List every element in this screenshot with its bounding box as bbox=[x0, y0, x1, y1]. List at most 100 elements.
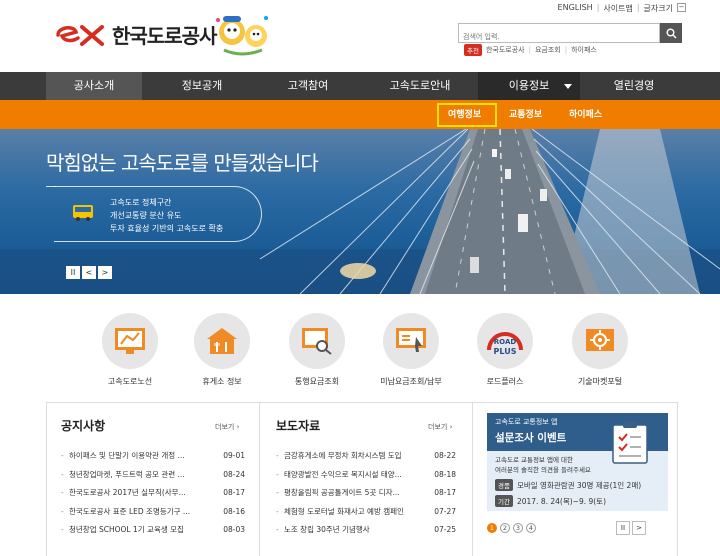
subnav-traffic-info[interactable]: 교통정보 bbox=[509, 107, 542, 120]
rest-area-icon bbox=[194, 313, 250, 369]
item-date: 07-25 bbox=[434, 525, 456, 534]
press-board: 보도자료 더보기 › 금강휴게소에 무정차 회차시스템 도입 08-22 태양광발… bbox=[260, 403, 472, 556]
nav-open-management[interactable]: 열린경영 bbox=[584, 72, 684, 100]
quick-menu-label: 기술마켓포털 bbox=[577, 377, 623, 386]
quick-menu-label: 미납요금조회/납부 bbox=[380, 377, 442, 386]
press-more-label: 더보기 bbox=[428, 423, 448, 431]
search-icon bbox=[666, 28, 676, 38]
pause-button[interactable]: II bbox=[66, 266, 80, 279]
recommended-badge: 추천 bbox=[464, 44, 482, 56]
separator: | bbox=[528, 46, 531, 54]
subnav-hipass[interactable]: 하이패스 bbox=[569, 107, 602, 120]
next-button[interactable]: > bbox=[98, 266, 112, 279]
press-more-link[interactable]: 더보기 › bbox=[428, 422, 452, 432]
ex-logo-icon bbox=[56, 24, 104, 46]
item-date: 08-16 bbox=[223, 506, 245, 516]
list-item[interactable]: 체험형 도로터널 화재사고 예방 캠페인 07-27 bbox=[276, 503, 456, 522]
quick-menu-road-plus[interactable]: ROAD PLUS 로드플러스 bbox=[473, 313, 537, 387]
quick-menu-label: 휴게소 정보 bbox=[202, 377, 242, 386]
hero-title: 막힘없는 고속도로를 만들겠습니다 bbox=[46, 151, 319, 175]
period-text: 2017. 8. 24(목)~9. 9(토) bbox=[516, 496, 607, 506]
notice-more-label: 더보기 bbox=[215, 423, 235, 431]
font-size-label: 글자크기 bbox=[643, 4, 673, 13]
list-item[interactable]: 태양광발전 수익으로 복지시설 태양... 08-18 bbox=[276, 466, 456, 485]
quick-link-hipass[interactable]: 하이패스 bbox=[571, 45, 597, 55]
item-date: 08-17 bbox=[223, 488, 245, 497]
quick-menu-rest-area[interactable]: 휴게소 정보 bbox=[190, 313, 254, 387]
event-title: 설문조사 이벤트 bbox=[495, 432, 567, 444]
list-item[interactable]: 노조 창립 30주년 기념행사 07-25 bbox=[276, 521, 456, 540]
prev-button[interactable]: < bbox=[82, 266, 96, 279]
item-title: 한국도로공사 2017년 실무직(사무... bbox=[69, 488, 186, 497]
event-period: 기간 2017. 8. 24(목)~9. 9(토) bbox=[495, 495, 606, 507]
nav-expressway-guide[interactable]: 고속도로안내 bbox=[368, 72, 472, 100]
hero-line: 개선교통량 분산 유도 bbox=[110, 211, 182, 220]
notice-list: 하이패스 및 단말기 이용약관 개정 ... 09-01 청년창업마켓, 푸드트럭… bbox=[61, 447, 245, 540]
hero-slider-controls: II < > bbox=[66, 266, 112, 279]
event-pause-button[interactable]: II bbox=[616, 521, 630, 535]
press-list: 금강휴게소에 무정차 회차시스템 도입 08-22 태양광발전 수익으로 복지시설… bbox=[276, 447, 456, 540]
list-item[interactable]: 평창올림픽 공공톨게이트 5곳 디자... 08-17 bbox=[276, 484, 456, 503]
tech-market-icon bbox=[572, 313, 628, 369]
svg-text:ROAD: ROAD bbox=[494, 338, 517, 346]
event-next-button[interactable]: > bbox=[632, 521, 646, 535]
page-dot[interactable]: 1 bbox=[487, 523, 497, 533]
item-title: 태양광발전 수익으로 복지시설 태양... bbox=[284, 469, 402, 479]
item-date: 07-27 bbox=[434, 506, 456, 516]
divider bbox=[472, 403, 473, 556]
event-banner[interactable]: 고속도로 교통정보 앱 설문조사 이벤트 고속도로 교통정보 앱에 대한 여러분… bbox=[487, 413, 668, 511]
hero-description: 고속도로 정체구간 개선교통량 분산 유도 투자 효율성 기반의 고속도로 확충 bbox=[110, 196, 223, 235]
site-logo[interactable]: 한국도로공사 bbox=[52, 20, 217, 49]
event-description: 고속도로 교통정보 앱에 대한 여러분의 솔직한 의견을 들려주세요 bbox=[495, 455, 591, 475]
item-title: 금강휴게소에 무정차 회차시스템 도입 bbox=[284, 451, 402, 460]
nav-customer-participation[interactable]: 고객참여 bbox=[258, 72, 358, 100]
quick-menu-route[interactable]: 고속도로노선 bbox=[98, 313, 162, 387]
main-navigation: 공사소개 정보공개 고객참여 고속도로안내 이용정보 열린경영 bbox=[0, 72, 720, 100]
item-title: 노조 창립 30주년 기념행사 bbox=[284, 525, 370, 534]
nav-usage-info[interactable]: 이용정보 bbox=[478, 72, 580, 100]
item-date: 08-22 bbox=[434, 451, 456, 460]
nav-information-disclosure[interactable]: 정보공개 bbox=[152, 72, 252, 100]
hero-banner: 막힘없는 고속도로를 만들겠습니다 고속도로 정체구간 개선교통량 분산 유도 … bbox=[0, 129, 720, 294]
list-item[interactable]: 한국도로공사 2017년 실무직(사무... 08-17 bbox=[61, 484, 245, 503]
quick-menu-label: 로드플러스 bbox=[486, 377, 524, 386]
item-date: 08-18 bbox=[434, 469, 456, 479]
dropdown-arrow-icon bbox=[564, 84, 572, 89]
recommended-links: 추천 한국도로공사 | 요금조회 | 하이패스 bbox=[464, 44, 597, 56]
toll-search-icon bbox=[289, 313, 345, 369]
hero-line: 고속도로 정체구간 bbox=[110, 198, 172, 207]
mascot-icon bbox=[216, 16, 268, 56]
quick-link-kec[interactable]: 한국도로공사 bbox=[486, 45, 525, 55]
notice-more-link[interactable]: 더보기 › bbox=[215, 422, 239, 432]
separator: | bbox=[636, 3, 640, 12]
item-title: 평창올림픽 공공톨게이트 5곳 디자... bbox=[284, 488, 400, 497]
selected-highlight-box bbox=[437, 103, 497, 127]
search-button[interactable] bbox=[660, 23, 682, 43]
quick-link-toll[interactable]: 요금조회 bbox=[535, 45, 561, 55]
sitemap-link[interactable]: 사이트맵 bbox=[603, 3, 632, 14]
separator: | bbox=[564, 46, 568, 54]
notice-title: 공지사항 bbox=[61, 419, 106, 433]
item-date: 09-01 bbox=[223, 451, 245, 460]
quick-menu-tech-market[interactable]: 기술마켓포털 bbox=[568, 313, 632, 387]
page-dot[interactable]: 4 bbox=[526, 523, 536, 533]
quick-menu-toll-search[interactable]: 통행요금조회 bbox=[285, 313, 349, 387]
bus-icon bbox=[73, 205, 93, 221]
list-item[interactable]: 하이패스 및 단말기 이용약관 개정 ... 09-01 bbox=[61, 447, 245, 466]
font-size-toggle-icon[interactable]: − bbox=[677, 3, 686, 12]
english-link[interactable]: ENGLISH bbox=[558, 3, 593, 14]
list-item[interactable]: 청년창업마켓, 푸드트럭 공모 관련 ... 08-24 bbox=[61, 466, 245, 485]
page-dot[interactable]: 2 bbox=[500, 523, 510, 533]
event-controls: II > bbox=[616, 521, 646, 535]
nav-company-intro[interactable]: 공사소개 bbox=[46, 72, 142, 100]
prize-text: 모바일 영화관람권 30명 제공(1인 2매) bbox=[516, 480, 642, 490]
list-item[interactable]: 한국도로공사 표준 LED 조명등기구 ... 08-16 bbox=[61, 503, 245, 522]
clipboard-icon bbox=[612, 421, 648, 464]
list-item[interactable]: 청년창업 SCHOOL 1기 교육생 모집 08-03 bbox=[61, 521, 245, 540]
notice-board: 공지사항 더보기 › 하이패스 및 단말기 이용약관 개정 ... 09-01 청… bbox=[47, 403, 259, 556]
item-title: 청년창업 SCHOOL 1기 교육생 모집 bbox=[69, 525, 184, 534]
svg-text:PLUS: PLUS bbox=[494, 347, 517, 356]
quick-menu-unpaid-toll[interactable]: 미납요금조회/납부 bbox=[379, 313, 443, 387]
list-item[interactable]: 금강휴게소에 무정차 회차시스템 도입 08-22 bbox=[276, 447, 456, 466]
page-dot[interactable]: 3 bbox=[513, 523, 523, 533]
